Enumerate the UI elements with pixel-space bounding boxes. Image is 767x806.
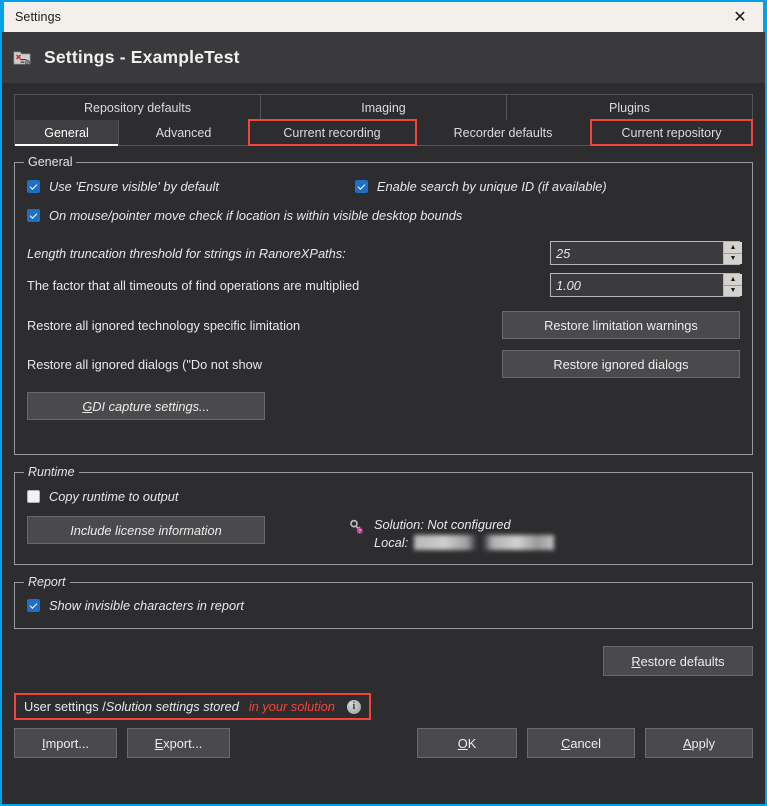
status-solution-settings-text: Solution settings stored xyxy=(105,699,239,714)
tab-repository-defaults[interactable]: Repository defaults xyxy=(15,95,261,120)
checkbox-desktop-bounds-label: On mouse/pointer move check if location … xyxy=(49,208,463,223)
ok-label: K xyxy=(467,735,477,751)
truncation-threshold-spinner[interactable]: ▲ ▼ xyxy=(550,241,742,265)
checkbox-copy-runtime-label: Copy runtime to output xyxy=(49,489,179,504)
restore-defaults-label: estore defaults xyxy=(640,653,725,669)
cancel-button[interactable]: Cancel xyxy=(527,728,635,758)
restore-limitation-label: Restore all ignored technology specific … xyxy=(27,317,301,333)
checkbox-enable-unique-id-label: Enable search by unique ID (if available… xyxy=(376,179,607,194)
truncation-threshold-input[interactable] xyxy=(551,242,723,264)
status-user-settings-text: User settings / xyxy=(24,699,106,714)
window-title: Settings xyxy=(15,10,61,24)
import-label: mport... xyxy=(45,735,89,751)
local-value-redacted xyxy=(414,535,555,550)
report-group: Report Show invisible characters in repo… xyxy=(14,575,753,629)
tab-label: Imaging xyxy=(361,100,406,115)
tab-label: Advanced xyxy=(155,125,212,140)
restore-ignored-dialogs-button[interactable]: Restore ignored dialogs xyxy=(502,350,740,378)
tab-general[interactable]: General xyxy=(15,120,119,146)
close-icon[interactable]: ✕ xyxy=(717,2,763,32)
status-in-your-solution-text: in your solution xyxy=(248,699,335,714)
spinner-down-icon[interactable]: ▼ xyxy=(724,285,742,296)
runtime-group-legend: Runtime xyxy=(24,465,79,479)
truncation-threshold-label: Length truncation threshold for strings … xyxy=(27,245,346,261)
checkbox-use-ensure-visible[interactable] xyxy=(27,180,40,193)
tab-advanced[interactable]: Advanced xyxy=(119,120,249,145)
tab-imaging[interactable]: Imaging xyxy=(261,95,507,120)
tab-label: Current repository xyxy=(621,125,722,140)
settings-folder-icon xyxy=(12,48,32,68)
apply-label: pply xyxy=(691,735,716,751)
solution-status-text: Solution: Not configured xyxy=(374,517,511,532)
tab-label: Repository defaults xyxy=(83,100,191,115)
cancel-label: ancel xyxy=(570,735,601,751)
general-group: General Use 'Ensure visible' by default … xyxy=(14,155,753,455)
apply-button[interactable]: Apply xyxy=(645,728,753,758)
page-title: Settings - ExampleTest xyxy=(44,47,240,67)
export-label: xport... xyxy=(163,735,203,751)
timeout-spinner-buttons: ▲ ▼ xyxy=(723,274,742,296)
restore-ignored-dialogs-label: Restore ignored dialogs xyxy=(553,356,689,372)
timeout-factor-spinner[interactable]: ▲ ▼ xyxy=(550,273,742,297)
truncation-spinner-buttons: ▲ ▼ xyxy=(723,242,742,264)
info-icon[interactable]: i xyxy=(346,699,361,714)
local-label: Local: xyxy=(374,535,409,550)
checkbox-enable-unique-id[interactable] xyxy=(354,180,368,193)
ok-accel-letter: O xyxy=(457,735,468,751)
tab-label: Current recording xyxy=(283,125,381,140)
settings-window: Settings ✕ Settings - ExampleTest Reposi… xyxy=(0,0,767,806)
export-button[interactable]: Export... xyxy=(127,728,230,758)
tab-row-primary: Repository defaults Imaging Plugins xyxy=(14,94,753,120)
ok-button[interactable]: OK xyxy=(417,728,517,758)
tab-label: General xyxy=(44,125,89,140)
tab-label: Recorder defaults xyxy=(453,125,553,140)
title-bar: Settings ✕ xyxy=(2,0,765,32)
gdi-accel-letter: G xyxy=(82,398,93,414)
checkbox-show-invisible-characters[interactable] xyxy=(27,599,40,612)
restore-dialogs-label: Restore all ignored dialogs ("Do not sho… xyxy=(27,356,263,372)
dialog-header: Settings - ExampleTest xyxy=(2,32,765,84)
import-button[interactable]: Import... xyxy=(14,728,117,758)
tab-label: Plugins xyxy=(609,100,650,115)
tab-row-secondary: General Advanced Current recording Recor… xyxy=(14,119,753,146)
checkbox-desktop-bounds[interactable] xyxy=(27,209,40,222)
gdi-capture-settings-button[interactable]: G DI capture settings... xyxy=(27,392,265,420)
general-group-legend: General xyxy=(24,155,77,169)
restore-limitation-warnings-button[interactable]: Restore limitation warnings xyxy=(502,311,740,339)
checkbox-show-invisible-characters-label: Show invisible characters in report xyxy=(49,598,244,613)
tab-recorder-defaults[interactable]: Recorder defaults xyxy=(416,120,591,145)
dialog-body: Repository defaults Imaging Plugins Gene… xyxy=(2,84,765,758)
spinner-up-icon[interactable]: ▲ xyxy=(724,242,742,254)
spinner-up-icon[interactable]: ▲ xyxy=(724,274,742,286)
timeout-factor-label: The factor that all timeouts of find ope… xyxy=(27,277,360,293)
export-accel-letter: E xyxy=(154,735,164,751)
checkbox-use-ensure-visible-label: Use 'Ensure visible' by default xyxy=(49,179,219,194)
dialog-footer: Import... Export... OK Cancel Apply xyxy=(14,728,753,758)
gdi-capture-settings-label: DI capture settings... xyxy=(92,398,210,414)
report-group-legend: Report xyxy=(24,575,70,589)
include-license-information-button[interactable]: Include license information xyxy=(27,516,265,544)
restore-defaults-accel-letter: R xyxy=(631,653,641,669)
checkbox-copy-runtime-to-output[interactable] xyxy=(27,490,40,503)
restore-defaults-button[interactable]: Restore defaults xyxy=(603,646,753,676)
license-key-icon: ? xyxy=(349,519,365,535)
restore-limitation-warnings-label: Restore limitation warnings xyxy=(544,317,698,333)
timeout-factor-input[interactable] xyxy=(551,274,723,296)
runtime-group: Runtime Copy runtime to output Include l… xyxy=(14,465,753,565)
tab-plugins[interactable]: Plugins xyxy=(507,95,752,120)
svg-text:?: ? xyxy=(358,529,361,535)
apply-accel-letter: A xyxy=(682,735,692,751)
spinner-down-icon[interactable]: ▼ xyxy=(724,253,742,264)
include-license-information-label: Include license information xyxy=(70,522,222,538)
tab-current-recording[interactable]: Current recording xyxy=(248,119,417,146)
tab-current-repository[interactable]: Current repository xyxy=(590,119,753,146)
cancel-accel-letter: C xyxy=(561,735,571,751)
settings-scope-status-bar[interactable]: User settings / Solution settings stored… xyxy=(14,693,371,720)
